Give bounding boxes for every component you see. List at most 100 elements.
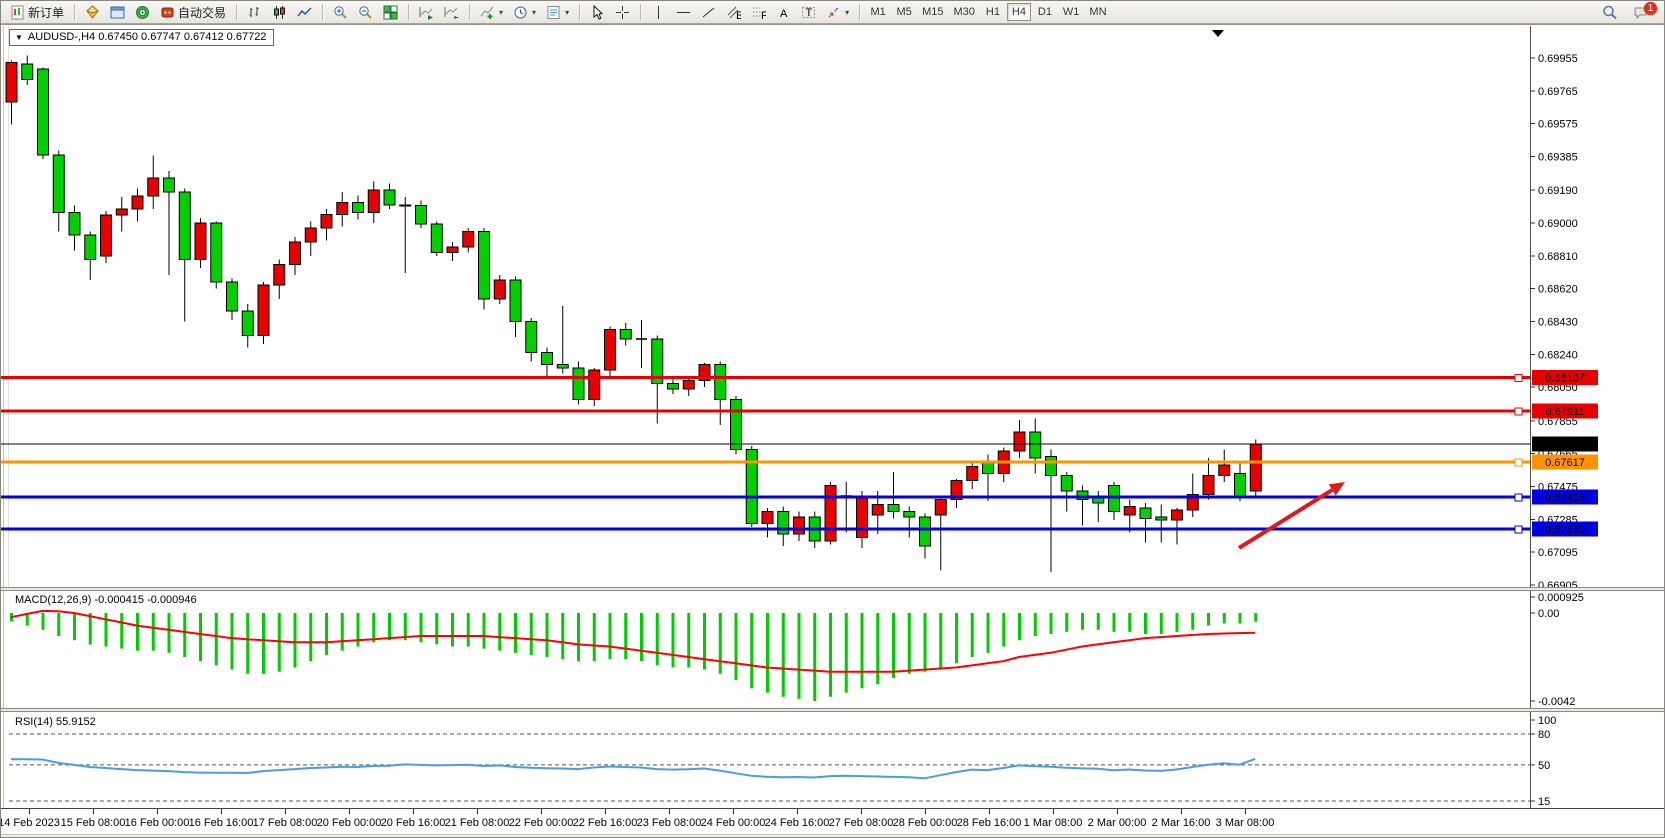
bar-chart-button[interactable] — [242, 2, 267, 22]
chart-title-box[interactable]: ▼ AUDUSD-,H4 0.67450 0.67747 0.67412 0.6… — [9, 29, 274, 46]
up-candle — [1124, 507, 1135, 516]
text-label-button[interactable]: T — [796, 2, 821, 22]
periods-button[interactable]: ▾ — [508, 2, 541, 22]
line-anchor-handle[interactable] — [1515, 494, 1522, 501]
down-candle — [38, 69, 49, 155]
down-candle — [22, 64, 33, 80]
line-chart-button[interactable] — [292, 2, 317, 22]
timeframe-h1[interactable]: H1 — [981, 3, 1005, 21]
trendline-button[interactable] — [696, 2, 721, 22]
indicators-button[interactable]: ▾ — [475, 2, 508, 22]
fibonacci-button[interactable]: F — [746, 2, 771, 22]
rsi-pane[interactable]: RSI(14) 55.9152100805015 — [1, 712, 1665, 808]
timeframe-w1[interactable]: W1 — [1059, 3, 1084, 21]
down-candle — [353, 203, 364, 213]
up-candle — [967, 467, 978, 481]
timeframe-m1[interactable]: M1 — [866, 3, 890, 21]
chart-shift-marker-icon[interactable] — [1212, 30, 1224, 37]
timeframe-m30[interactable]: M30 — [950, 3, 979, 21]
data-window-button[interactable] — [105, 2, 130, 22]
rsi-canvas[interactable]: RSI(14) 55.9152100805015 — [1, 712, 1665, 808]
text-button[interactable]: A — [771, 2, 796, 22]
dropdown-caret-icon[interactable]: ▾ — [532, 8, 536, 17]
up-candle — [290, 242, 301, 265]
candlestick-chart-button[interactable] — [267, 2, 292, 22]
notifications-button[interactable]: 1 — [1628, 2, 1660, 22]
zoom-out-button[interactable] — [353, 2, 378, 22]
autotrading-button[interactable]: 自动交易 — [155, 2, 231, 22]
chart-shift-button[interactable] — [439, 2, 464, 22]
new-order-icon — [10, 5, 25, 20]
down-candle — [431, 224, 442, 253]
time-axis-label: 15 Feb 08:00 — [61, 817, 126, 829]
timeframe-m5[interactable]: M5 — [892, 3, 916, 21]
down-candle — [542, 353, 553, 365]
toolbar-separator — [579, 4, 580, 20]
price-chart-canvas[interactable]: 0.699550.697650.695750.693850.691900.690… — [1, 26, 1665, 587]
dropdown-caret-icon[interactable]: ▾ — [845, 8, 849, 17]
dropdown-caret-icon[interactable]: ▾ — [499, 8, 503, 17]
down-candle — [384, 190, 395, 205]
line-anchor-handle[interactable] — [1515, 375, 1522, 382]
line-anchor-handle[interactable] — [1515, 526, 1522, 533]
bar-chart-icon — [247, 5, 262, 20]
up-candle — [794, 517, 805, 534]
vertical-line-button[interactable] — [646, 2, 671, 22]
template-icon — [546, 5, 561, 20]
tile-windows-button[interactable] — [378, 2, 403, 22]
down-candle — [510, 280, 521, 322]
toolbar-separator — [408, 4, 409, 20]
new-order-button[interactable]: 新订单 — [5, 2, 69, 22]
new-order-button-label: 新订单 — [28, 4, 64, 21]
down-candle — [179, 192, 190, 260]
line-anchor-handle[interactable] — [1515, 459, 1522, 466]
up-candle — [494, 280, 505, 299]
up-candle — [368, 190, 379, 213]
market-depth-button[interactable] — [80, 2, 105, 22]
time-axis-label: 17 Feb 08:00 — [253, 817, 318, 829]
cursor-button[interactable] — [585, 2, 610, 22]
svg-text:T: T — [806, 7, 813, 19]
up-candle — [589, 370, 600, 400]
arrows-button[interactable]: ▾ — [821, 2, 854, 22]
crosshair-button[interactable] — [610, 2, 635, 22]
timeframe-group: M1M5M15M30H1H4D1W1MN — [865, 1, 1111, 23]
zoom-in-button[interactable] — [328, 2, 353, 22]
down-candle — [400, 205, 411, 206]
down-candle — [85, 235, 96, 260]
macd-canvas[interactable]: MACD(12,26,9) -0.000415 -0.0009460.00092… — [1, 591, 1665, 708]
up-candle — [605, 330, 616, 371]
auto-scroll-button[interactable] — [414, 2, 439, 22]
equidistant-channel-button[interactable]: E — [721, 2, 746, 22]
toolbar-separator — [74, 4, 75, 20]
candles — [6, 56, 1261, 573]
macd-pane[interactable]: MACD(12,26,9) -0.000415 -0.0009460.00092… — [1, 591, 1665, 708]
down-candle — [920, 517, 931, 546]
up-candle — [762, 512, 773, 524]
dropdown-caret-icon[interactable]: ▾ — [565, 8, 569, 17]
chart-title: AUDUSD-,H4 0.67450 0.67747 0.67412 0.677… — [28, 31, 267, 43]
down-candle — [479, 232, 490, 300]
symbol-dropdown-icon[interactable]: ▼ — [15, 33, 23, 42]
timeframe-h4[interactable]: H4 — [1007, 3, 1031, 21]
trend-arrow-object[interactable] — [1239, 482, 1345, 548]
autotrading-icon — [160, 5, 175, 20]
macd-axis-label: 0.00 — [1538, 608, 1559, 620]
depth-icon — [85, 5, 100, 20]
search-button[interactable] — [1597, 2, 1622, 22]
alerts-button[interactable] — [130, 2, 155, 22]
down-candle — [1235, 474, 1246, 499]
down-candle — [242, 311, 253, 336]
up-candle — [463, 232, 474, 248]
up-candle — [1219, 465, 1230, 476]
price-chart-pane[interactable]: 0.699550.697650.695750.693850.691900.690… — [1, 26, 1665, 587]
templates-button[interactable]: ▾ — [541, 2, 574, 22]
timeframe-d1[interactable]: D1 — [1033, 3, 1057, 21]
timeframe-mn[interactable]: MN — [1085, 3, 1110, 21]
toolbar-group — [242, 1, 317, 23]
horizontal-line-button[interactable] — [671, 2, 696, 22]
line-anchor-handle[interactable] — [1515, 408, 1522, 415]
timeframe-m15[interactable]: M15 — [918, 3, 947, 21]
down-candle — [620, 330, 631, 340]
time-axis-label: 3 Mar 08:00 — [1216, 817, 1275, 829]
